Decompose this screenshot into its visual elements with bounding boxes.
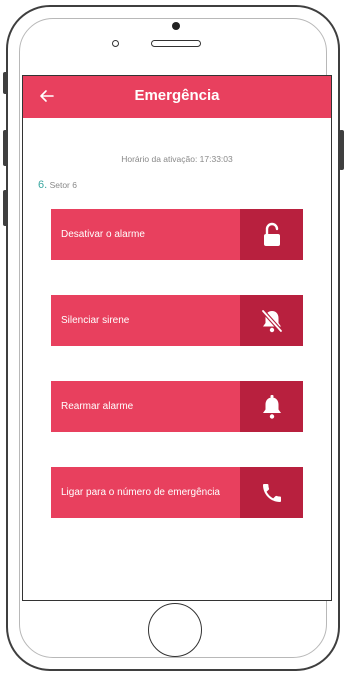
call-emergency-icon-box <box>240 467 303 518</box>
earpiece-speaker <box>151 40 201 47</box>
bell-icon <box>263 395 281 419</box>
sector-number: 6. <box>38 179 48 191</box>
power-button <box>339 130 344 170</box>
bell-off-icon <box>261 309 283 333</box>
rearm-alarm-button[interactable]: Rearmar alarme <box>51 381 303 432</box>
deactivate-alarm-label: Desativar o alarme <box>61 229 145 240</box>
proximity-sensor <box>112 40 119 47</box>
unlock-icon <box>264 222 280 246</box>
page-title: Emergência <box>134 87 220 104</box>
activation-time: Horário da ativação: 17:33:03 <box>121 154 233 164</box>
sector-label: 6. Setor 6 <box>38 179 77 191</box>
rearm-alarm-label: Rearmar alarme <box>61 401 134 412</box>
home-button[interactable] <box>148 603 202 657</box>
phone-screen: Emergência Horário da ativação: 17:33:03… <box>22 75 332 601</box>
app-bar: Emergência <box>23 76 331 118</box>
sector-name: Setor 6 <box>49 180 77 190</box>
rearm-alarm-icon-box <box>240 381 303 432</box>
volume-down-button <box>3 190 8 226</box>
front-camera <box>172 22 180 30</box>
volume-up-button <box>3 130 8 166</box>
call-emergency-button[interactable]: Ligar para o número de emergência <box>51 467 303 518</box>
silence-siren-icon-box <box>240 295 303 346</box>
silence-siren-button[interactable]: Silenciar sirene <box>51 295 303 346</box>
deactivate-alarm-button[interactable]: Desativar o alarme <box>51 209 303 260</box>
call-emergency-label: Ligar para o número de emergência <box>61 487 220 498</box>
phone-icon <box>263 484 281 502</box>
deactivate-alarm-icon-box <box>240 209 303 260</box>
silence-siren-label: Silenciar sirene <box>61 315 130 326</box>
mute-switch <box>3 72 8 94</box>
